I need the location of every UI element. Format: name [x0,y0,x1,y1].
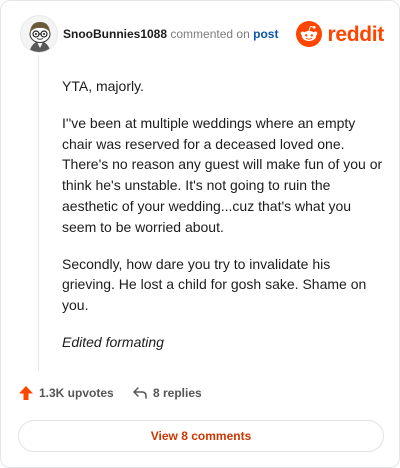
reddit-alien-icon [296,21,323,47]
replies-button[interactable]: 8 replies [132,385,202,401]
comment-actions: 1.3K upvotes 8 replies [18,385,382,407]
comment-header: SnooBunnies1088 commented on post reddit [20,15,384,53]
comment-edit-note: Edited formating [62,333,164,350]
comment-paragraph: Secondly, how dare you try to invalidate… [62,255,367,314]
upvote-button[interactable]: 1.3K upvotes [18,385,114,401]
reddit-wordmark: reddit [327,22,384,46]
post-link[interactable]: post [253,27,278,41]
replies-count: 8 replies [153,386,202,400]
comment-paragraph: YTA, majorly. [62,78,144,94]
reddit-logo[interactable]: reddit [296,21,384,47]
user-avatar[interactable] [20,15,58,53]
comment-paragraph: I''ve been at multiple weddings where an… [62,114,383,235]
snoo-avatar-icon [21,16,57,52]
comment-body: YTA, majorly. I''ve been at multiple wed… [62,76,384,369]
action-text: commented on [170,27,250,41]
comment-meta: SnooBunnies1088 commented on post [63,27,278,41]
upvotes-count: 1.3K upvotes [39,386,114,400]
upvote-arrow-icon [19,386,33,400]
view-comments-button[interactable]: View 8 comments [18,420,384,452]
comment-card: SnooBunnies1088 commented on post reddit… [0,0,400,468]
username-link[interactable]: SnooBunnies1088 [63,27,167,41]
thread-line [38,55,39,371]
reply-arrow-icon [133,387,147,399]
